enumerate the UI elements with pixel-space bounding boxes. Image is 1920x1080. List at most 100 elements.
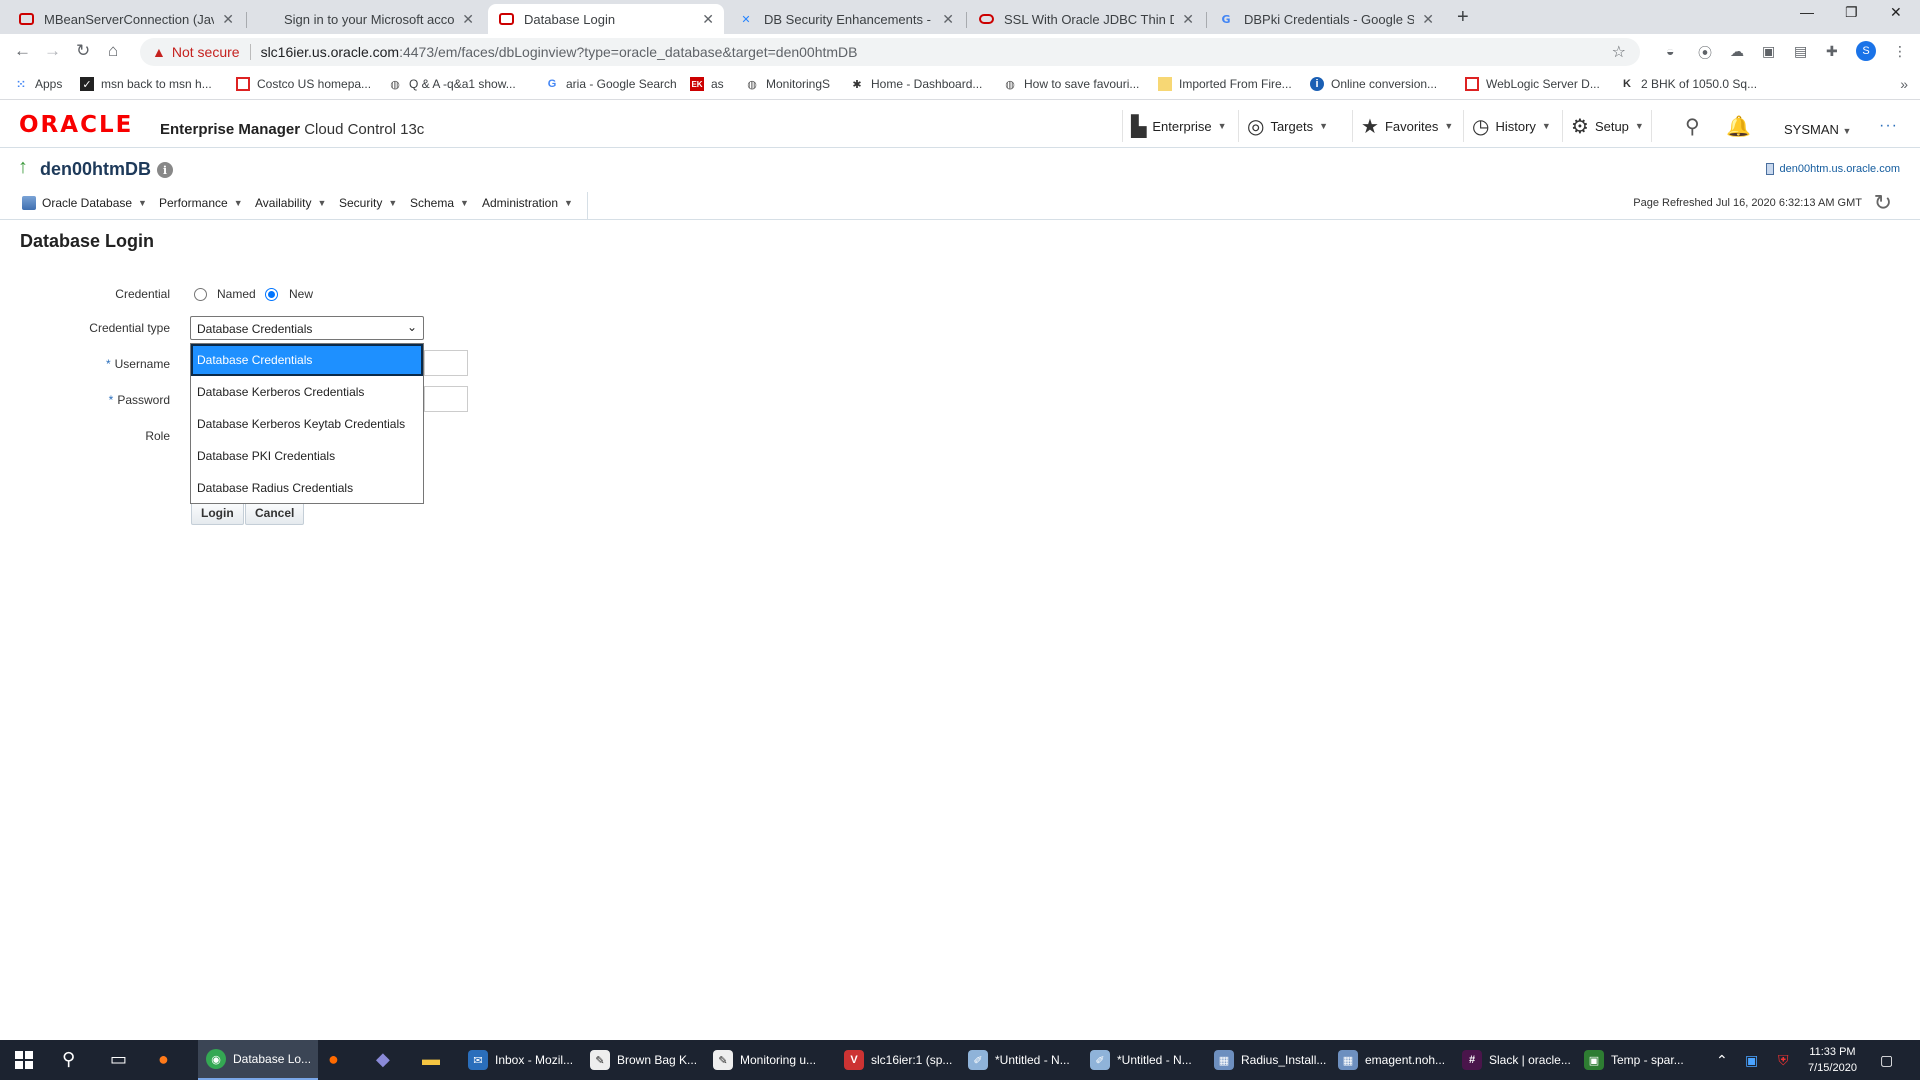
reload-icon[interactable]: ↻ [76, 41, 90, 61]
browser-tab[interactable]: ✕ DB Security Enhancements - Sree ✕ [728, 4, 964, 34]
minimize-icon[interactable]: — [1800, 4, 1814, 20]
menu-dots-icon[interactable]: ⋮ [1893, 43, 1907, 60]
menu-performance[interactable]: Performance ▼ [159, 196, 243, 210]
close-icon[interactable]: ✕ [222, 11, 234, 28]
taskbar-app[interactable]: ✐ *Untitled - N... [1082, 1040, 1200, 1080]
home-icon[interactable]: ⌂ [108, 41, 118, 61]
browser-tab[interactable]: SSL With Oracle JDBC Thin Driver ✕ [968, 4, 1204, 34]
shield-icon[interactable]: ⛨ [1778, 1052, 1789, 1069]
close-icon[interactable]: ✕ [1422, 11, 1434, 28]
taskbar-app[interactable]: ✎ Monitoring u... [705, 1040, 833, 1080]
bookmark-item[interactable]: ◍ MonitoringS [745, 77, 830, 91]
extension-icon[interactable]: ☁ [1730, 43, 1744, 60]
system-clock[interactable]: 11:33 PM 7/15/2020 [1808, 1044, 1857, 1076]
new-tab-icon[interactable]: + [1457, 6, 1469, 29]
close-icon[interactable]: ✕ [942, 11, 954, 28]
password-input[interactable] [424, 386, 468, 412]
browser-tab[interactable]: Sign in to your Microsoft accoun ✕ [248, 4, 484, 34]
bookmark-item[interactable]: Garia - Google Search [545, 77, 677, 91]
menu-administration[interactable]: Administration ▼ [482, 196, 573, 210]
nav-targets[interactable]: ◎ Targets ▼ [1238, 110, 1338, 142]
address-bar[interactable]: ▲ Not secure slc16ier.us.oracle.com:4473… [140, 38, 1640, 66]
restore-icon[interactable]: ❐ [1845, 4, 1858, 21]
taskbar-app[interactable]: # Slack | oracle... [1454, 1040, 1572, 1080]
notifications-icon[interactable]: ▢ [1880, 1052, 1893, 1069]
bookmark-item[interactable]: ✱ Home - Dashboard... [850, 77, 982, 91]
bookmark-item[interactable]: ✓ msn back to msn h... [80, 77, 212, 91]
close-icon[interactable]: ✕ [462, 11, 474, 28]
dropdown-option[interactable]: Database PKI Credentials [191, 440, 423, 472]
taskbar-app[interactable]: ▣ Temp - spar... [1576, 1040, 1696, 1080]
nav-favorites[interactable]: ★ Favorites ▼ [1352, 110, 1462, 142]
bookmark-star-icon[interactable]: ☆ [1612, 42, 1626, 62]
taskbar-app[interactable]: ◉ Database Lo... [198, 1040, 318, 1080]
bookmark-item[interactable]: EK as [690, 77, 724, 91]
profile-avatar[interactable]: S [1856, 41, 1876, 61]
menu-availability[interactable]: Availability ▼ [255, 196, 326, 210]
taskbar-app[interactable]: ▦ emagent.noh... [1330, 1040, 1450, 1080]
browser-tab-active[interactable]: Database Login ✕ [488, 4, 724, 34]
search-icon[interactable]: ⚲ [1685, 114, 1700, 139]
taskbar-app[interactable]: ✉ Inbox - Mozil... [460, 1040, 578, 1080]
extension-icon[interactable]: ◒ [1666, 43, 1674, 59]
bookmark-item[interactable]: ◍ Q & A -q&a1 show... [388, 77, 516, 91]
taskbar-app[interactable]: Vslc16ier:1 (sp... [836, 1040, 956, 1080]
radio-named[interactable] [194, 288, 207, 301]
close-icon[interactable]: ✕ [1182, 11, 1194, 28]
dropdown-option[interactable]: Database Radius Credentials [191, 472, 423, 504]
menu-oracle-database[interactable]: Oracle Database ▼ [22, 196, 147, 210]
dropdown-option[interactable]: Database Kerberos Keytab Credentials [191, 408, 423, 440]
taskbar-app[interactable]: ✎ Brown Bag K... [582, 1040, 700, 1080]
dropdown-option[interactable]: Database Kerberos Credentials [191, 376, 423, 408]
bookmark-item[interactable]: Imported From Fire... [1158, 77, 1292, 91]
window-close-icon[interactable]: ✕ [1890, 4, 1902, 21]
radio-new[interactable] [265, 288, 278, 301]
browser-tab[interactable]: G DBPki Credentials - Google Searc ✕ [1208, 4, 1444, 34]
not-secure-label[interactable]: Not secure [172, 44, 240, 60]
credential-type-select[interactable]: Database Credentials ⌄ [190, 316, 424, 340]
search-icon[interactable]: ⚲ [62, 1049, 75, 1070]
extension-icon[interactable]: ▣ [1762, 43, 1775, 60]
close-icon[interactable]: ✕ [702, 11, 714, 28]
refresh-icon[interactable]: ↻ [1874, 190, 1892, 216]
taskbar-app[interactable]: ▦ Radius_Install... [1206, 1040, 1326, 1080]
cancel-button[interactable]: Cancel [245, 501, 305, 525]
browser-tab[interactable]: MBeanServerConnection (Java Pl ✕ [8, 4, 244, 34]
taskbar-app[interactable]: ✐ *Untitled - N... [960, 1040, 1078, 1080]
login-button[interactable]: Login [191, 501, 244, 525]
folder-icon[interactable]: ▬ [422, 1049, 440, 1070]
windows-start-icon[interactable] [15, 1051, 33, 1069]
host-link[interactable]: den00htm.us.oracle.com [1765, 163, 1900, 175]
app-icon[interactable]: ◆ [376, 1049, 390, 1070]
bookmark-item[interactable]: i Online conversion... [1310, 77, 1437, 91]
more-bookmarks-icon[interactable]: » [1900, 76, 1908, 92]
bookmark-item[interactable]: ◍ How to save favouri... [1003, 77, 1139, 91]
task-view-icon[interactable]: ▭ [110, 1049, 127, 1070]
firefox-icon[interactable]: ● [158, 1049, 169, 1070]
radio-named-label[interactable]: Named [217, 287, 256, 301]
more-menu-icon[interactable]: ··· [1879, 117, 1898, 135]
bookmark-item[interactable]: WebLogic Server D... [1465, 77, 1600, 91]
puzzle-icon[interactable]: ✚ [1826, 43, 1838, 60]
forward-arrow-icon[interactable]: → [44, 41, 61, 61]
nav-history[interactable]: ◷ History ▼ [1463, 110, 1560, 142]
extension-icon[interactable]: ▤ [1794, 43, 1807, 60]
username-input[interactable] [424, 350, 468, 376]
info-icon[interactable]: i [157, 162, 173, 178]
menu-schema[interactable]: Schema ▼ [410, 196, 469, 210]
app-icon[interactable]: ● [328, 1049, 339, 1070]
user-menu[interactable]: SYSMAN ▼ [1784, 122, 1851, 137]
bookmark-item[interactable]: ⁙ Apps [14, 77, 62, 91]
nav-enterprise[interactable]: ▙ Enterprise ▼ [1122, 110, 1232, 142]
dropdown-option[interactable]: Database Credentials [191, 344, 423, 376]
nav-setup[interactable]: ⚙ Setup ▼ [1562, 110, 1652, 142]
bell-icon[interactable]: 🔔 [1726, 114, 1751, 139]
menu-security[interactable]: Security ▼ [339, 196, 397, 210]
bookmark-item[interactable]: K2 BHK of 1050.0 Sq... [1620, 77, 1757, 91]
radio-new-label[interactable]: New [289, 287, 313, 301]
bookmark-item[interactable]: Costco US homepa... [236, 77, 371, 91]
extension-icon[interactable]: ⦿ [1698, 43, 1712, 63]
chevron-up-icon[interactable]: ⌃ [1716, 1052, 1728, 1069]
zoom-icon[interactable]: ▣ [1745, 1052, 1758, 1069]
back-arrow-icon[interactable]: ← [14, 41, 31, 61]
